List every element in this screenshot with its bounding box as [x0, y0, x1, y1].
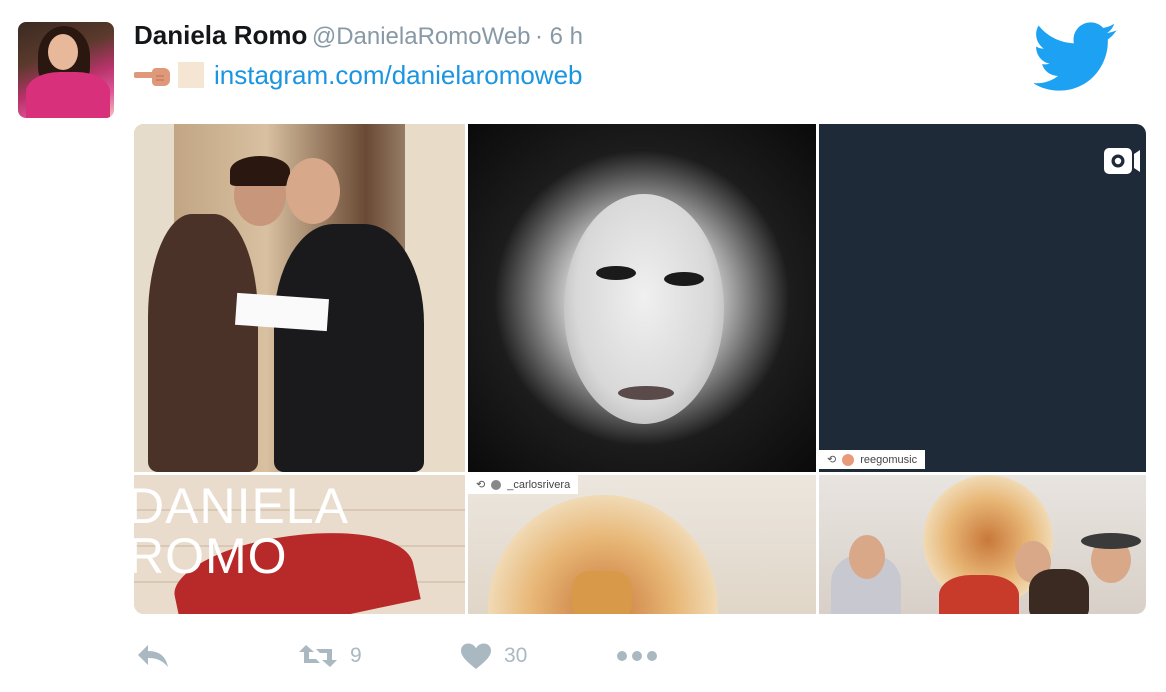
man-head: [286, 158, 340, 224]
group-person-2: [939, 575, 1019, 614]
video-camera-icon[interactable]: [1102, 142, 1140, 180]
group-person-3: [1029, 569, 1089, 614]
tweet-time[interactable]: 6 h: [550, 23, 583, 50]
carlos-avatar: [491, 479, 502, 490]
tweet-header: Daniela Romo @DanielaRomoWeb · 6 h: [134, 20, 583, 51]
tag-reego-text: reegomusic: [860, 453, 918, 466]
album-cover[interactable]: DANIELA ROMO: [134, 475, 465, 614]
author-handle[interactable]: @DanielaRomoWeb: [312, 23, 531, 50]
like-button[interactable]: 30: [460, 638, 527, 674]
heart-icon: [461, 643, 491, 669]
avatar-face: [48, 34, 78, 70]
video-thumbnail[interactable]: ⟲ reegomusic: [819, 124, 1146, 472]
tweet-text: instagram.com/danielaromoweb: [134, 58, 583, 91]
avatar[interactable]: [18, 22, 114, 118]
twitter-bird-icon[interactable]: [1034, 22, 1118, 92]
man-figure: [274, 224, 424, 472]
repost-icon: ⟲: [827, 454, 837, 466]
repost-icon-2: ⟲: [476, 479, 486, 491]
emoji-box: [178, 62, 204, 89]
photo-couple[interactable]: [134, 124, 465, 472]
retweet-icon: [299, 645, 337, 667]
cover-title: DANIELA ROMO: [134, 478, 349, 584]
photo-group[interactable]: [819, 475, 1146, 614]
retweet-button[interactable]: 9: [298, 638, 362, 674]
reply-button[interactable]: [136, 638, 170, 674]
avatar-dress: [26, 72, 110, 118]
pointing-left-hand-icon: [134, 68, 170, 87]
tweet-actions: 9 30: [0, 638, 1166, 674]
photo-lion-king[interactable]: ⟲ _carlosrivera: [468, 475, 816, 614]
retweet-count: 9: [350, 644, 362, 667]
media-collage[interactable]: ⟲ reegomusic DANIELA ROMO ⟲ _carlosriver…: [134, 124, 1146, 614]
more-button[interactable]: [616, 638, 658, 674]
woman-figure: [148, 214, 258, 472]
separator-dot: ·: [534, 23, 550, 50]
tag-carlos-text: _carlosrivera: [507, 478, 571, 491]
tweet-link[interactable]: instagram.com/danielaromoweb: [214, 60, 583, 90]
more-icon: [617, 651, 657, 661]
reply-icon: [138, 645, 168, 667]
author-name[interactable]: Daniela Romo: [134, 20, 307, 50]
like-count: 30: [504, 644, 528, 667]
repost-tag-carlos: ⟲ _carlosrivera: [468, 475, 579, 494]
repost-tag-reego: ⟲ reegomusic: [819, 450, 926, 469]
photo-portrait[interactable]: [468, 124, 816, 472]
reego-avatar: [842, 453, 855, 466]
